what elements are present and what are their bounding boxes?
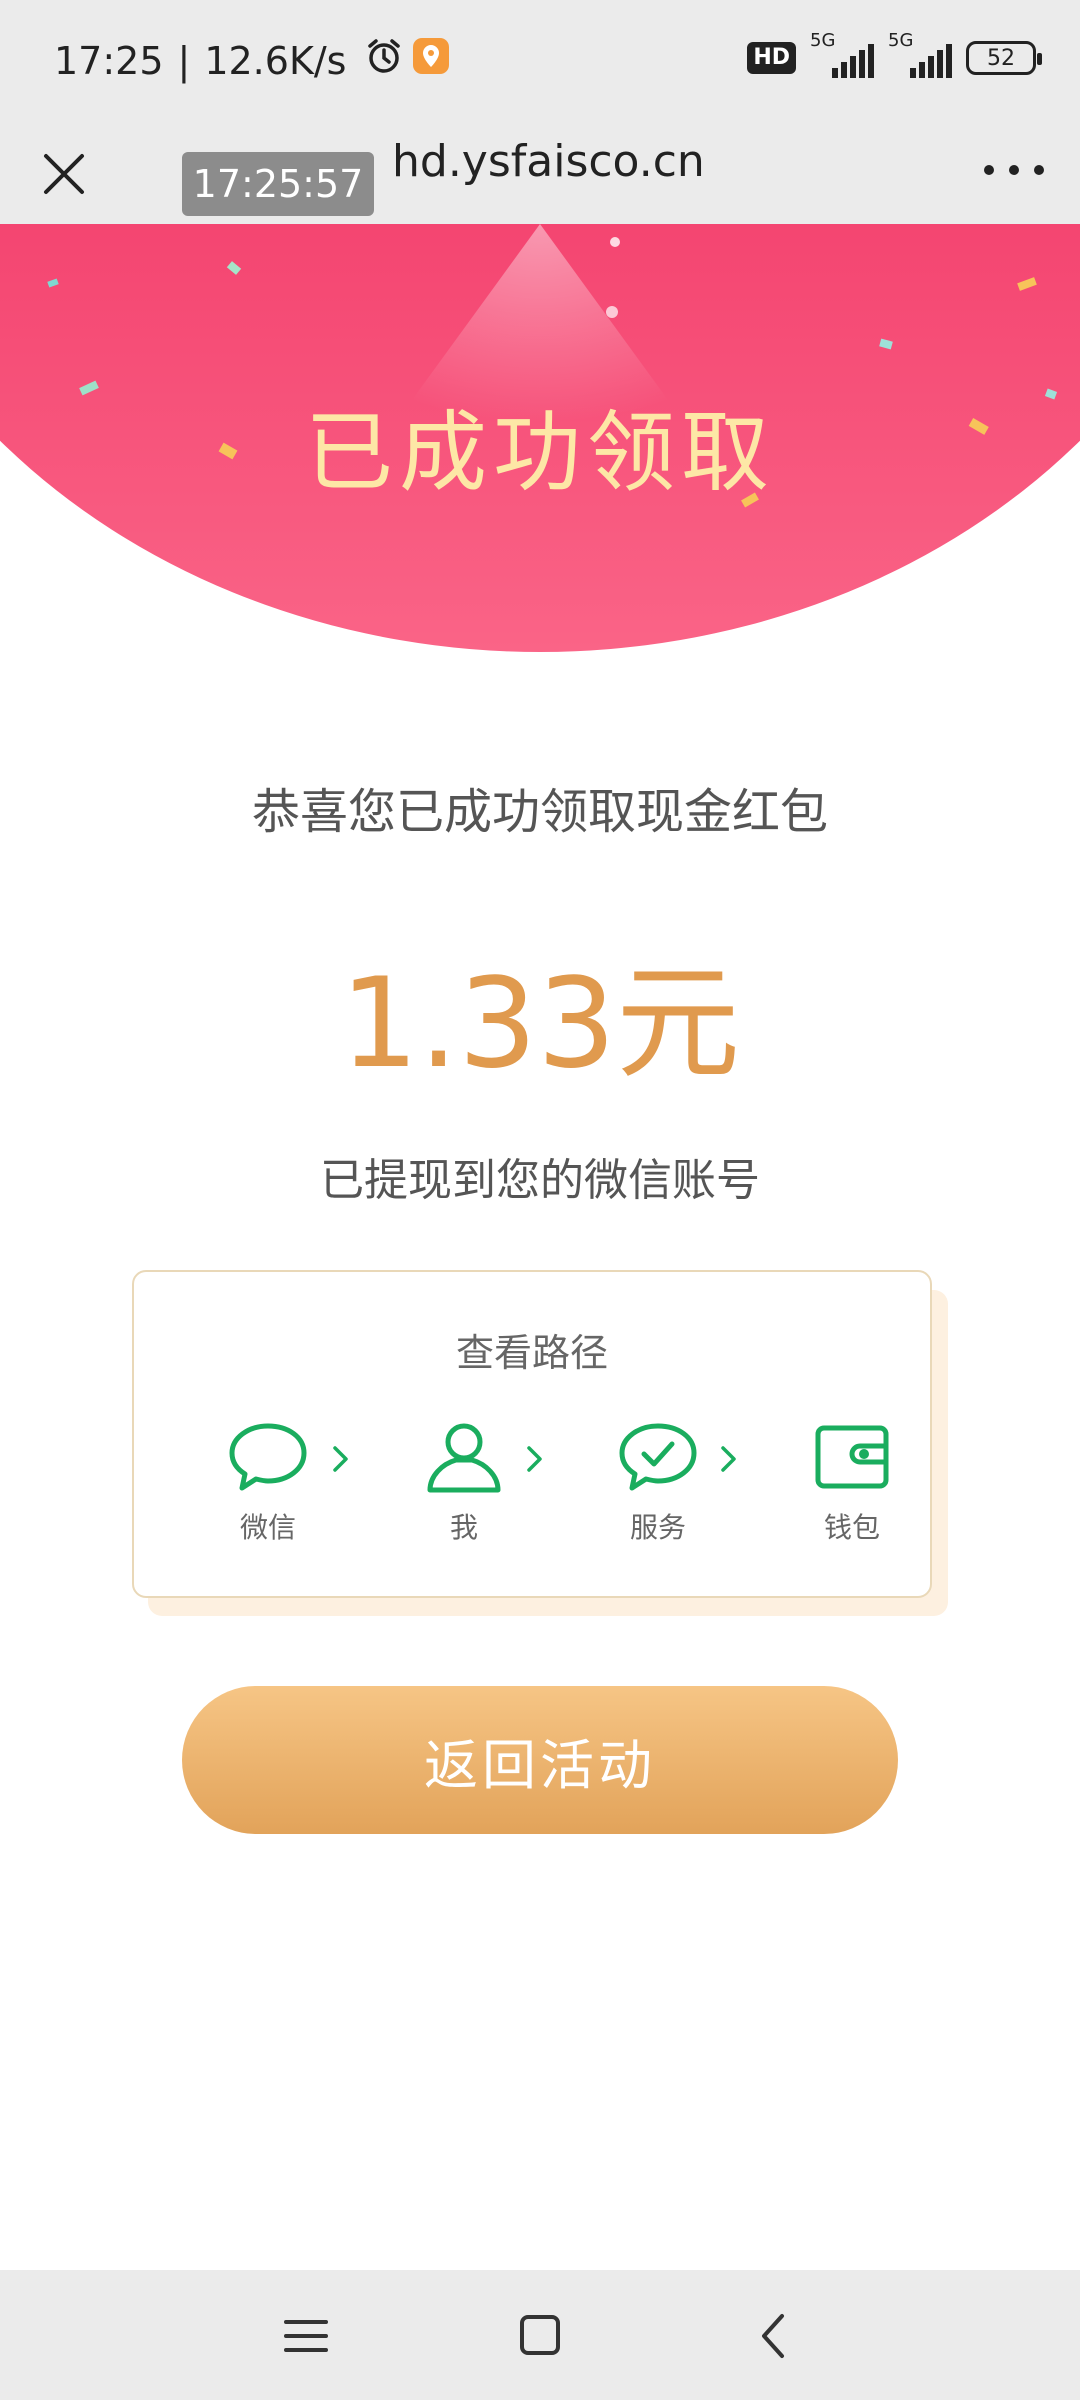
alarm-icon: [364, 36, 404, 85]
step-label-service: 服务: [629, 1511, 686, 1544]
home-square-icon[interactable]: [510, 2308, 570, 2364]
chevron-right-icon: [333, 1446, 348, 1472]
network-speed: 12.6K/s: [204, 38, 347, 83]
return-activity-button[interactable]: 返回活动: [182, 1686, 898, 1834]
hd-badge: HD: [747, 42, 796, 74]
battery-level: 52: [987, 45, 1015, 71]
banner-title: 已成功领取: [304, 401, 775, 504]
path-card: 查看路径 微信 我 服务 钱包: [132, 1270, 932, 1598]
browser-toolbar: hd.ysfaisco.cn 17:25:57: [0, 128, 1080, 224]
system-nav-bar: [0, 2270, 1080, 2400]
status-bar: 17:25 | 12.6K/s HD 5G 5G 52: [0, 0, 1080, 128]
chevron-right-icon: [527, 1446, 542, 1472]
service-check-icon: [619, 1423, 697, 1491]
path-step-wechat: 微信: [208, 1420, 328, 1546]
back-chevron-icon[interactable]: [744, 2308, 804, 2364]
more-dots-icon[interactable]: [984, 150, 1044, 190]
chevron-right-icon: [721, 1446, 736, 1472]
withdrawn-note: 已提现到您的微信账号: [320, 1155, 760, 1206]
signal-1-label: 5G: [810, 30, 836, 51]
path-step-service: 服务: [598, 1420, 718, 1546]
signal-2-label: 5G: [888, 30, 914, 51]
success-banner: 已成功领取: [0, 224, 1080, 654]
step-label-wallet: 钱包: [823, 1511, 880, 1544]
close-icon[interactable]: [28, 138, 100, 210]
step-label-wechat: 微信: [239, 1511, 296, 1544]
wallet-icon: [815, 1425, 889, 1489]
congrats-text: 恭喜您已成功领取现金红包: [251, 784, 828, 840]
amount-value: 1.33元: [339, 952, 741, 1096]
menu-icon[interactable]: [276, 2308, 336, 2364]
person-icon: [427, 1423, 501, 1493]
battery-icon: 52: [966, 41, 1042, 75]
signal-icon-2: 5G: [888, 30, 952, 78]
path-card-title: 查看路径: [455, 1331, 608, 1375]
wechat-chat-icon: [229, 1423, 307, 1491]
status-separator: |: [177, 38, 191, 83]
status-right: HD 5G 5G 52: [747, 30, 1042, 78]
status-left: 17:25 | 12.6K/s: [54, 36, 450, 85]
step-label-me: 我: [449, 1511, 478, 1544]
page-url: hd.ysfaisco.cn: [392, 136, 705, 187]
location-app-icon: [412, 37, 450, 84]
path-step-wallet: 钱包: [792, 1420, 912, 1546]
path-step-me: 我: [404, 1420, 524, 1546]
signal-icon-1: 5G: [810, 30, 874, 78]
time-overlay: 17:25:57: [182, 152, 374, 216]
status-time: 17:25: [54, 38, 164, 83]
